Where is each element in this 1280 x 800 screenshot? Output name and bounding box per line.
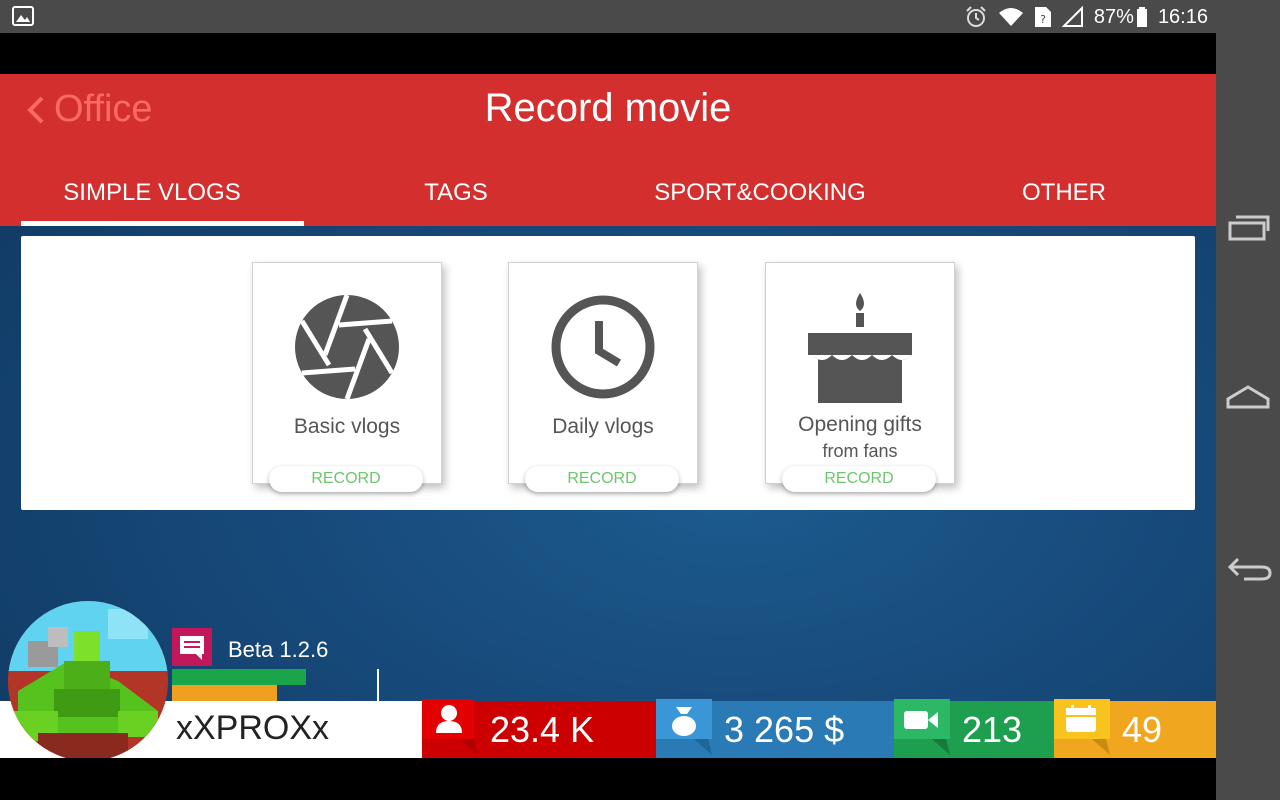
stats-bar: xXPROXx 23.4 K 3 265 $ 213 49 — [0, 699, 1216, 758]
battery-icon — [1136, 6, 1148, 28]
divider — [377, 669, 379, 703]
record-button[interactable]: RECORD — [525, 466, 679, 492]
stat-videos[interactable]: 213 — [894, 699, 1054, 758]
version-label: Beta 1.2.6 — [228, 637, 329, 662]
record-button[interactable]: RECORD — [269, 466, 423, 492]
stat-value: 49 — [1122, 709, 1163, 750]
stat-value: 3 265 $ — [724, 709, 845, 750]
tab-other[interactable]: OTHER — [912, 166, 1216, 226]
svg-text:?: ? — [1040, 13, 1046, 26]
alarm-icon — [964, 5, 988, 29]
bottom-letterbox — [0, 758, 1216, 800]
stat-value: 213 — [962, 709, 1023, 750]
system-nav-bar — [1216, 33, 1280, 800]
tab-simple-vlogs[interactable]: SIMPLE VLOGS — [0, 166, 304, 226]
secondary-progress-bar — [172, 685, 277, 701]
level-progress-bar — [172, 669, 306, 685]
clock-icon — [509, 295, 697, 399]
card-opening-gifts[interactable]: Opening gifts from fans RECORD — [765, 262, 955, 492]
card-daily-vlogs[interactable]: Daily vlogs RECORD — [508, 262, 698, 492]
tab-tags[interactable]: TAGS — [304, 166, 608, 226]
stat-days[interactable]: 49 — [1054, 699, 1216, 758]
page-title: Record movie — [484, 86, 732, 130]
stat-value: 23.4 K — [490, 709, 595, 750]
clock-time: 16:16 — [1157, 5, 1208, 28]
stat-money[interactable]: 3 265 $ — [656, 699, 894, 758]
card-label: Daily vlogs — [552, 415, 654, 438]
vlog-panel: Basic vlogs RECORD Daily vlogs RECORD Op… — [21, 236, 1195, 510]
battery-text: 87% — [1093, 5, 1134, 28]
home-icon[interactable] — [1224, 379, 1272, 419]
money-bag-icon — [654, 697, 714, 755]
sim-icon: ? — [1034, 6, 1052, 28]
header: Office Record movie SIMPLE VLOGS TAGS SP… — [0, 74, 1216, 226]
aperture-icon — [253, 295, 441, 399]
back-nav-icon[interactable] — [1224, 549, 1272, 589]
status-bar: ? 87% 16:16 — [0, 0, 1280, 33]
calendar-icon — [1052, 697, 1112, 755]
username: xXPROXx — [176, 709, 330, 747]
tab-bar: SIMPLE VLOGS TAGS SPORT&COOKING OTHER — [0, 166, 1216, 226]
record-button[interactable]: RECORD — [782, 466, 936, 492]
signal-icon — [1061, 6, 1084, 28]
card-label: Basic vlogs — [293, 415, 401, 438]
recent-apps-icon[interactable] — [1224, 209, 1272, 249]
message-icon[interactable] — [172, 628, 212, 666]
card-sublabel: from fans — [822, 441, 898, 461]
video-camera-icon — [892, 697, 952, 755]
card-label: Opening gifts — [798, 413, 922, 436]
image-icon — [12, 6, 34, 26]
wifi-icon — [998, 6, 1024, 28]
app-area: Office Record movie SIMPLE VLOGS TAGS SP… — [0, 74, 1216, 758]
tab-sport-cooking[interactable]: SPORT&COOKING — [608, 166, 912, 226]
avatar[interactable] — [8, 601, 168, 758]
cake-icon — [766, 293, 954, 405]
subscribers-icon — [420, 697, 480, 755]
card-basic-vlogs[interactable]: Basic vlogs RECORD — [252, 262, 442, 492]
stat-subscribers[interactable]: 23.4 K — [422, 699, 656, 758]
